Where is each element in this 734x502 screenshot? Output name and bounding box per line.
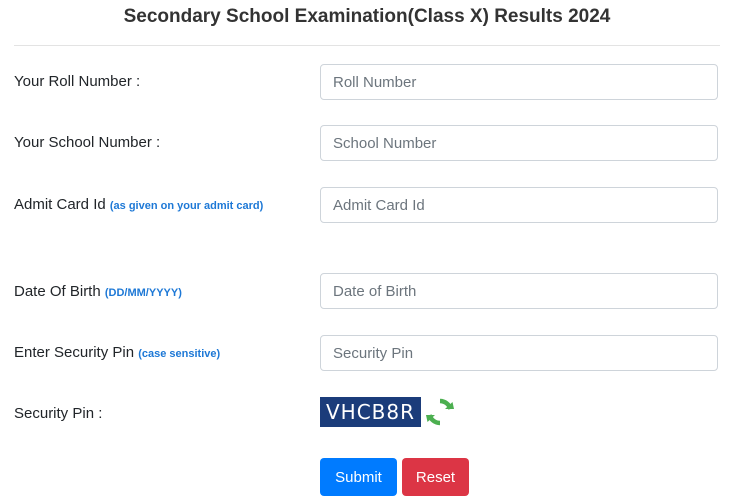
school-number-label-text: Your School Number : — [14, 134, 161, 151]
admit-card-hint: (as given on your admit card) — [109, 200, 264, 212]
security-pin-hint: (case sensitive) — [138, 348, 221, 360]
dob-label-text: Date Of Birth — [14, 283, 101, 300]
security-pin-label-text: Security Pin : — [14, 405, 103, 422]
admit-card-input[interactable] — [320, 187, 718, 223]
admit-card-label: Admit Card Id (as given on your admit ca… — [14, 188, 284, 223]
roll-number-label-text: Your Roll Number : — [14, 73, 141, 90]
submit-button[interactable]: Submit — [320, 458, 397, 496]
security-pin-input[interactable] — [320, 335, 718, 371]
refresh-icon[interactable] — [424, 396, 456, 428]
captcha-image: VHCB8R — [320, 397, 421, 427]
dob-hint: (DD/MM/YYYY) — [104, 287, 182, 299]
security-pin-input-label-text: Enter Security Pin — [14, 344, 135, 361]
security-pin-input-label: Enter Security Pin (case sensitive) — [14, 343, 304, 364]
title-divider — [14, 45, 720, 46]
dob-input[interactable] — [320, 273, 718, 309]
school-number-input[interactable] — [320, 125, 718, 161]
reset-button[interactable]: Reset — [402, 458, 469, 496]
roll-number-input[interactable] — [320, 64, 718, 100]
dob-label: Date Of Birth (DD/MM/YYYY) — [14, 282, 304, 303]
security-pin-label: Security Pin : — [14, 404, 304, 424]
page-title: Secondary School Examination(Class X) Re… — [123, 6, 611, 27]
roll-number-label: Your Roll Number : — [14, 72, 304, 92]
admit-card-label-text: Admit Card Id — [14, 196, 106, 213]
school-number-label: Your School Number : — [14, 133, 304, 153]
